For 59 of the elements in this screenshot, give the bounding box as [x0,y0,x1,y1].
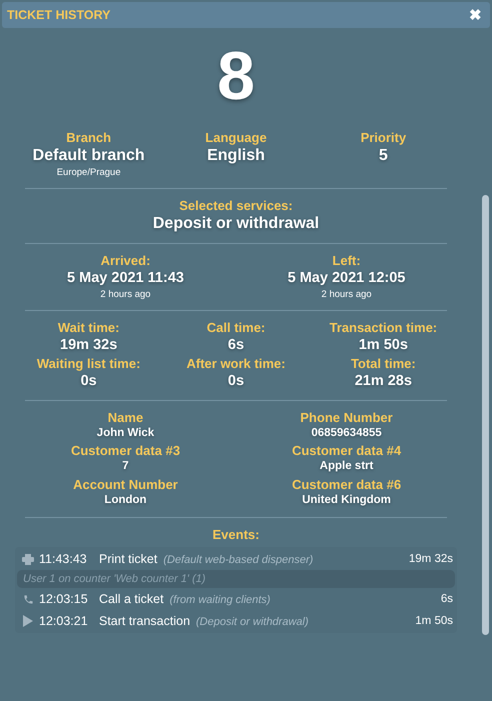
event-time: 11:43:43 [39,552,88,566]
event-duration: 1m 50s [415,615,453,627]
field-label: Total time: [350,356,416,372]
field-note: 2 hours ago [100,288,151,300]
event-time: 12:03:15 [39,592,89,606]
field-note: Europe/Prague [56,166,121,179]
field-value: 1m 50s [358,336,408,354]
field-value: 21m 28s [354,372,412,390]
phone-icon [22,594,34,604]
event-duration: 6s [440,593,453,605]
field-label: Language [205,130,267,146]
field-value: Default branch [32,146,145,166]
field-value: United Kingdom [302,492,391,508]
event-detail: (from waiting clients) [170,594,270,606]
field-value: 5 [378,146,388,166]
field-value: 5 May 2021 12:05 [288,269,406,288]
event-action: Start transaction [99,614,190,628]
field-note: 2 hours ago [321,288,372,300]
event-detail: (Default web-based dispenser) [163,554,314,566]
event-action: Call a ticket [99,592,164,606]
event-time: 12:03:21 [39,614,89,628]
event-action: Print ticket [99,552,158,566]
field-label: Wait time: [58,320,120,336]
field-label: Transaction time: [330,320,438,336]
field-value: Deposit or withdrawal [152,214,320,234]
field-label: Customer data #3 [70,443,180,459]
field-label: Selected services: [179,198,293,214]
ticket-number: 8 [216,42,256,110]
field-value: 5 May 2021 11:43 [67,269,184,288]
close-button[interactable]: ✖ [469,8,482,22]
field-label: Left: [332,253,361,269]
field-label: Account Number [73,476,178,492]
field-label: Phone Number [300,410,393,426]
field-label: After work time: [186,356,286,372]
section-label: Events: [212,527,260,543]
field-value: John Wick [96,426,154,440]
field-label: Arrived: [100,253,150,269]
scrollbar[interactable] [482,195,489,635]
field-label: Name [108,410,144,426]
event-duration: 19m 32s [408,553,453,565]
field-label: Waiting list time: [36,356,140,372]
field-value: 0s [80,372,97,390]
field-value: 7 [122,459,129,474]
field-value: 0s [228,372,244,390]
field-value: English [207,146,265,166]
field-label: Customer data #4 [292,443,402,459]
field-value: 6s [228,336,244,354]
field-label: Priority [360,130,406,146]
field-value: 19m 32s [60,336,118,354]
field-value: 06859634855 [311,426,382,440]
field-value: London [104,492,147,508]
event-detail: (Deposit or withdrawal) [196,616,308,628]
field-label: Customer data #6 [292,476,402,492]
play-icon [23,615,33,627]
note-text: User 1 on counter 'Web counter 1' (1) [23,573,206,585]
window-title: TICKET HISTORY [7,8,110,22]
field-label: Branch [66,130,112,146]
field-label: Call time: [206,320,266,336]
field-value: Apple strt [320,459,374,474]
